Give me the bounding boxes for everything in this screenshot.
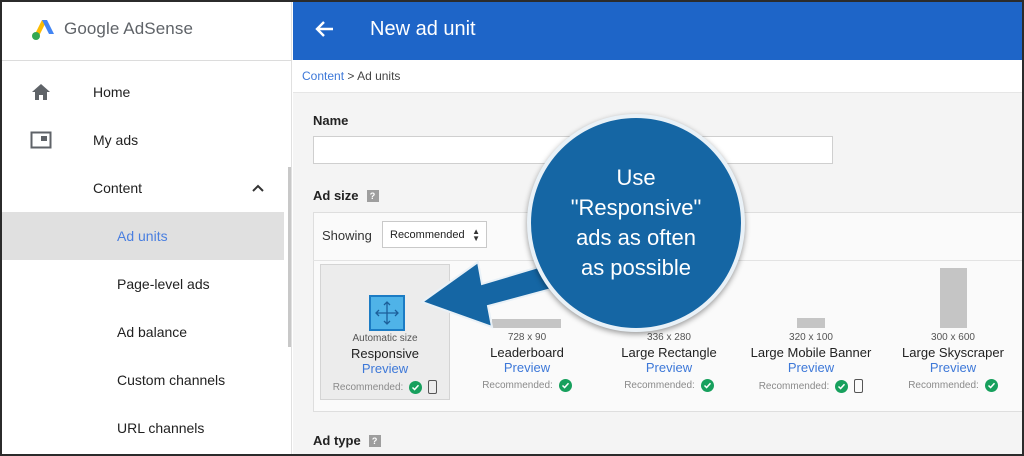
sidebar-item-label: Page-level ads (117, 276, 210, 292)
showing-label: Showing (322, 228, 372, 243)
app-header: New ad unit (293, 2, 1022, 60)
callout-text: Use "Responsive" ads as often as possibl… (570, 165, 702, 280)
check-icon (984, 379, 998, 392)
mobile-phone-icon (854, 379, 864, 393)
breadcrumb-link-content[interactable]: Content (302, 69, 344, 83)
recommended-label: Recommended: (482, 380, 553, 391)
ad-size-name: Large Rectangle (621, 345, 717, 360)
adsense-logo[interactable]: Google AdSense (30, 14, 193, 44)
responsive-size-icon (369, 295, 405, 331)
preview-link[interactable]: Preview (462, 360, 592, 375)
sidebar-scrollbar[interactable] (288, 167, 291, 347)
sidebar-item-label: Ad units (117, 228, 168, 244)
sidebar-item-label: Ad balance (117, 324, 188, 340)
ad-size-card-large-skyscraper[interactable]: 300 x 600 Large Skyscraper Preview Recom… (888, 264, 1018, 400)
chevron-up-icon[interactable] (250, 180, 266, 196)
ad-size-dimensions: 320 x 100 (789, 332, 833, 343)
sidebar-item-label: Custom channels (117, 372, 226, 388)
ad-size-name: Large Skyscraper (902, 345, 1004, 360)
recommended-label: Recommended: (758, 380, 830, 392)
ad-size-card-large-mobile-banner[interactable]: 320 x 100 Large Mobile Banner Preview Re… (746, 264, 876, 400)
preview-link[interactable]: Preview (604, 360, 734, 375)
ad-size-dimensions: 300 x 600 (931, 332, 975, 343)
help-icon[interactable]: ? (368, 435, 381, 447)
recommended-row: Recommended: (888, 379, 1018, 392)
breadcrumb: Content > Ad units (302, 69, 400, 83)
name-label: Name (313, 113, 349, 128)
ad-size-dimensions: 336 x 280 (647, 332, 691, 343)
breadcrumb-separator: > (347, 69, 355, 83)
sidebar-item-url-channels[interactable]: URL channels (2, 404, 284, 452)
check-icon (558, 379, 572, 392)
recommended-label: Recommended: (332, 381, 404, 393)
ad-type-label-text: Ad type (313, 433, 361, 448)
sidebar-item-custom-channels[interactable]: Custom channels (2, 356, 284, 404)
sidebar-item-label: My ads (93, 132, 139, 148)
breadcrumb-current: Ad units (357, 69, 401, 83)
mobile-phone-icon (428, 380, 438, 394)
sidebar-item-my-ads[interactable]: My ads (2, 116, 284, 164)
ad-size-name: Large Mobile Banner (750, 345, 872, 360)
preview-link[interactable]: Preview (888, 360, 1018, 375)
check-icon (409, 380, 423, 394)
recommended-row: Recommended: (604, 379, 734, 392)
preview-link[interactable]: Preview (321, 361, 449, 376)
recommended-row: Recommended: (746, 379, 876, 393)
sidebar-item-content[interactable]: Content (2, 164, 284, 212)
sidebar-divider (2, 60, 292, 61)
sidebar-item-ad-units[interactable]: Ad units (2, 212, 284, 260)
mobile-banner-shape (797, 318, 825, 328)
check-icon (835, 379, 849, 393)
back-arrow-icon[interactable] (313, 17, 337, 41)
logo-text: Google AdSense (64, 19, 193, 38)
sidebar-item-label: Content (93, 180, 143, 196)
sidebar-item-ad-balance[interactable]: Ad balance (2, 308, 284, 356)
ad-size-label-text: Ad size (313, 188, 359, 203)
recommended-label: Recommended: (624, 380, 695, 391)
my-ads-icon (30, 130, 52, 150)
recommended-label: Recommended: (908, 380, 979, 391)
sidebar-item-home[interactable]: Home (2, 68, 284, 116)
recommended-row: Recommended: (321, 380, 449, 394)
sidebar-item-label: URL channels (117, 420, 205, 436)
page-title: New ad unit (370, 18, 476, 40)
ad-size-label: Ad size? (313, 188, 379, 203)
sidebar: Google AdSense Home My ads Content Ad un… (2, 2, 292, 454)
screenshot-frame: Google AdSense Home My ads Content Ad un… (0, 0, 1024, 456)
preview-link[interactable]: Preview (746, 360, 876, 375)
sidebar-item-page-level-ads[interactable]: Page-level ads (2, 260, 284, 308)
callout-bubble: Use "Responsive" ads as often as possibl… (527, 114, 745, 332)
recommended-row: Recommended: (462, 379, 592, 392)
home-icon (30, 82, 52, 102)
help-icon[interactable]: ? (366, 190, 379, 202)
check-icon (700, 379, 714, 392)
adsense-logo-icon (32, 20, 54, 40)
ad-type-label: Ad type? (313, 433, 381, 448)
skyscraper-shape (940, 268, 967, 328)
sidebar-item-label: Home (93, 84, 131, 100)
